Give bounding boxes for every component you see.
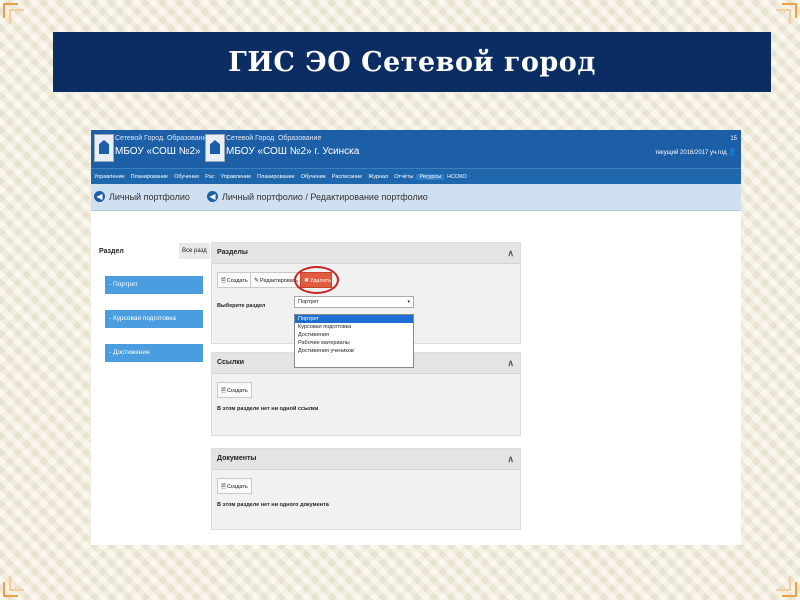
nav-item-active[interactable]: Ресурсы — [416, 174, 445, 180]
corner-ornament-tr-2 — [776, 9, 791, 24]
pencil-icon: ✎ — [254, 278, 260, 284]
sidebar-item-portrait[interactable]: - Портрет — [105, 276, 203, 294]
collapse-caret-icon[interactable]: ∧ — [507, 353, 514, 373]
nav-item[interactable]: Журнал — [365, 174, 391, 180]
collapse-caret-icon[interactable]: ∧ — [507, 449, 514, 469]
breadcrumb-bar: ◀ Личный портфолио ◀ Личный портфолио / … — [91, 184, 741, 211]
nav-item[interactable]: Рас — [202, 174, 217, 180]
doc-icon: 🗎 — [221, 278, 226, 284]
documents-empty-text: В этом разделе нет ни одного документа — [217, 502, 329, 508]
create-button-label: Создать — [226, 484, 248, 490]
links-panel-title: Ссылки — [217, 359, 245, 366]
nav-item[interactable]: Планирование — [254, 174, 298, 180]
nav-item[interactable]: НСОКО — [444, 174, 470, 180]
sidebar-item-achievements[interactable]: - Достижения — [105, 344, 203, 362]
nav-item[interactable]: Обучение — [298, 174, 329, 180]
user-icon[interactable]: 👤 — [728, 149, 737, 156]
org-line2: МБОУ «СОШ №2» г. Усинска — [226, 146, 360, 157]
option-work-materials[interactable]: Рабочие материалы — [295, 339, 413, 347]
links-empty-text: В этом разделе нет ни одной ссылки — [217, 406, 319, 412]
org-line2: МБОУ «СОШ №2» г. Усинска — [115, 146, 203, 157]
header-date: 15 — [730, 136, 737, 142]
collapse-caret-icon[interactable]: ∧ — [507, 243, 514, 263]
app-header: Сетевой Город. Образование МБОУ «СОШ №2»… — [91, 130, 741, 168]
back-arrow-icon[interactable]: ◀ — [94, 191, 105, 202]
logo-icon — [94, 134, 114, 162]
option-achievements[interactable]: Достижения — [295, 331, 413, 339]
section-select-value: Портрет — [298, 299, 319, 305]
edit-button-label: Редактировать — [260, 278, 299, 284]
main-nav: Управление Планирование Обучение Рас Упр… — [91, 168, 741, 185]
option-portrait[interactable]: Портрет — [295, 315, 413, 323]
create-button-label: Создать — [226, 388, 248, 394]
nav-item[interactable]: Расписание — [329, 174, 365, 180]
corner-ornament-bl-2 — [9, 576, 24, 591]
school-year[interactable]: текущий 2016/2017 уч.год — [655, 150, 727, 156]
org-line1: Сетевой Город. Образование — [226, 135, 322, 142]
option-student-achievements[interactable]: Достижения учеников — [295, 347, 413, 355]
logo-icon — [205, 134, 225, 162]
doc-icon: 🗎 — [221, 484, 226, 490]
header-info: 15 текущий 2016/2017 уч.год 👤 — [655, 136, 737, 156]
highlight-ring — [294, 266, 339, 294]
create-section-button[interactable]: 🗎Создать — [217, 272, 252, 288]
documents-panel: Документы ∧ — [211, 448, 521, 530]
corner-ornament-br-2 — [776, 576, 791, 591]
back-arrow-icon[interactable]: ◀ — [207, 191, 218, 202]
sections-panel-title: Разделы — [217, 249, 248, 256]
corner-ornament-bl — [3, 582, 18, 597]
corner-ornament-tl — [3, 3, 18, 18]
dropdown-caret-icon: ▾ — [407, 299, 410, 305]
sections-panel-header[interactable]: Разделы ∧ — [212, 243, 520, 264]
slide-title: ГИС ЭО Сетевой город — [53, 32, 771, 92]
create-link-button[interactable]: 🗎Создать — [217, 382, 252, 398]
nav-item[interactable]: Отчёты — [391, 174, 416, 180]
documents-panel-header[interactable]: Документы ∧ — [212, 449, 520, 470]
sidebar-item-courses[interactable]: - Курсовая подготовка — [105, 310, 203, 328]
section-select[interactable]: Портрет ▾ — [294, 296, 414, 308]
all-sections-tab[interactable]: Все разд — [179, 243, 210, 259]
doc-icon: 🗎 — [221, 388, 226, 394]
breadcrumb: Личный портфолио / Редактирование портфо… — [222, 192, 428, 202]
nav-item[interactable]: Управление — [218, 174, 255, 180]
select-section-label: Выберите раздел — [217, 303, 266, 309]
section-options-list: Портрет Курсовая подготовка Достижения Р… — [294, 314, 414, 368]
corner-ornament-br — [782, 582, 797, 597]
nav-item[interactable]: Планирование — [128, 174, 172, 180]
documents-panel-title: Документы — [217, 455, 257, 462]
app-screenshot: Сетевой Город. Образование МБОУ «СОШ №2»… — [91, 130, 741, 545]
breadcrumb-back[interactable]: Личный портфолио — [109, 192, 190, 202]
create-button-label: Создать — [226, 278, 248, 284]
nav-item[interactable]: Обучение — [171, 174, 202, 180]
corner-ornament-tr — [782, 3, 797, 18]
org-line1: Сетевой Город. Образование — [115, 135, 211, 142]
corner-ornament-tl-2 — [9, 9, 24, 24]
create-document-button[interactable]: 🗎Создать — [217, 478, 252, 494]
option-courses[interactable]: Курсовая подготовка — [295, 323, 413, 331]
nav-item[interactable]: Управление — [91, 174, 128, 180]
left-title: Раздел — [99, 248, 124, 255]
